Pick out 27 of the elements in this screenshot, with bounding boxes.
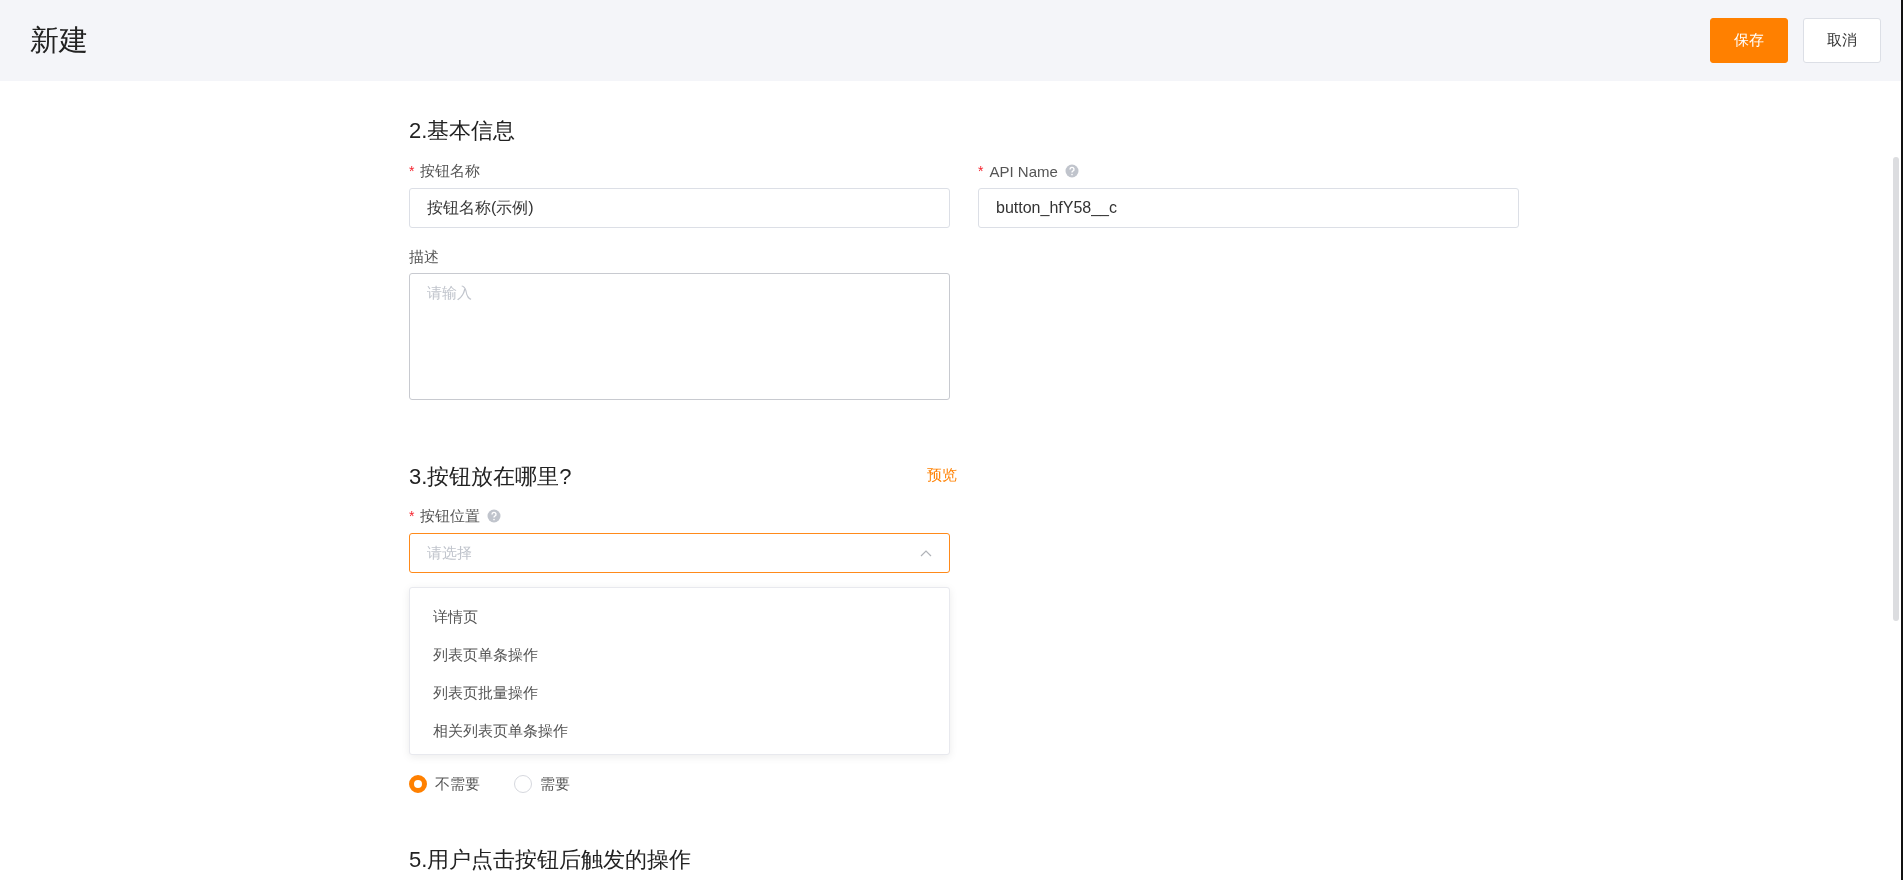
field-label: 描述	[409, 247, 439, 267]
text-input[interactable]: button_hfY58__c	[978, 188, 1519, 228]
radio-label: 需要	[540, 774, 570, 794]
section-title: 3.按钮放在哪里?	[409, 463, 572, 491]
required-mark: *	[409, 163, 415, 179]
dropdown-option[interactable]: 详情页	[410, 598, 949, 636]
description-textarea[interactable]: 请输入	[409, 273, 950, 400]
cancel-button[interactable]: 取消	[1803, 18, 1881, 63]
help-icon[interactable]	[1064, 164, 1079, 178]
required-mark: *	[409, 508, 415, 524]
dropdown-option[interactable]: 列表页单条操作	[410, 636, 949, 674]
section-title: 2.基本信息	[409, 117, 517, 145]
scrollbar-thumb[interactable]	[1893, 157, 1899, 621]
field-label: 按钮名称	[420, 161, 481, 181]
dropdown-option[interactable]: 相关列表页单条操作	[410, 712, 949, 750]
field-label: API Name	[989, 162, 1058, 180]
page-title: 新建	[30, 22, 88, 58]
chevron-up-icon	[920, 549, 932, 557]
field-label: 按钮位置	[420, 506, 481, 526]
required-mark: *	[978, 163, 984, 179]
dropdown-option[interactable]: 列表页批量操作	[410, 674, 949, 712]
radio-button[interactable]	[514, 775, 532, 793]
radio-label: 不需要	[435, 774, 480, 794]
section-title: 5.用户点击按钮后触发的操作	[409, 846, 693, 874]
text-input[interactable]: 按钮名称(示例)	[409, 188, 950, 228]
help-icon[interactable]	[487, 509, 502, 523]
radio-button[interactable]	[409, 775, 427, 793]
